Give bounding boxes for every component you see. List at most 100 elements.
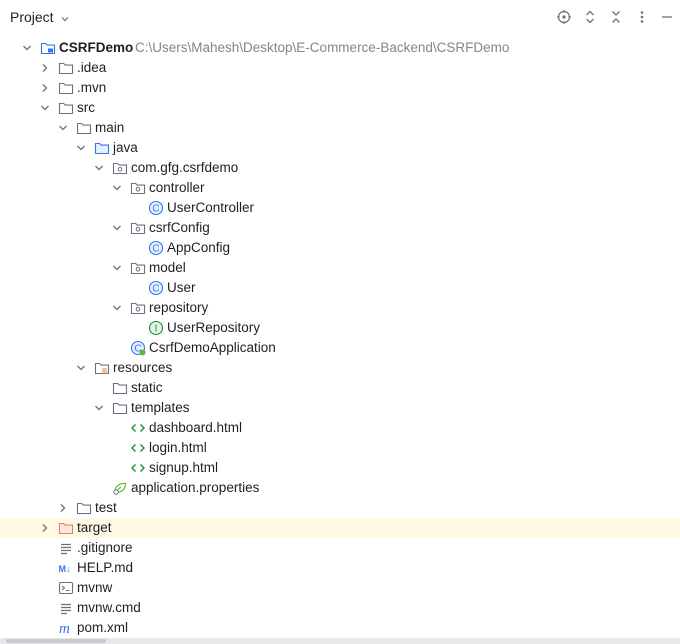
more-options-icon[interactable]	[633, 8, 651, 26]
tree-item-label: User	[167, 280, 196, 295]
chevron-down-icon[interactable]	[93, 162, 105, 174]
tree-row[interactable]: .idea	[0, 58, 680, 78]
hide-icon[interactable]	[658, 8, 676, 26]
resources-folder-icon	[94, 360, 110, 376]
horizontal-scrollbar[interactable]	[0, 638, 680, 644]
terminal-icon	[58, 580, 74, 596]
tree-item-label: AppConfig	[167, 240, 231, 255]
tree-item-label: resources	[113, 360, 173, 375]
markdown-icon: M↓	[58, 560, 74, 576]
chevron-down-icon[interactable]	[39, 102, 51, 114]
package-icon	[130, 300, 146, 316]
tree-row[interactable]: target	[0, 518, 680, 538]
tree-item-label: UserRepository	[167, 320, 261, 335]
expand-collapse-icon[interactable]	[581, 8, 599, 26]
class-icon: C	[148, 240, 164, 256]
tree-item-label: main	[95, 120, 125, 135]
tree-item-label: CSRFDemo	[59, 40, 134, 55]
tree-row[interactable]: I UserRepository	[0, 318, 680, 338]
folder-icon	[76, 120, 92, 136]
tree-row[interactable]: test	[0, 498, 680, 518]
html-file-icon	[130, 440, 146, 456]
tree-item-label: signup.html	[149, 460, 219, 475]
spring-boot-class-icon: C	[130, 340, 146, 356]
interface-icon: I	[148, 320, 164, 336]
folder-icon	[112, 380, 128, 396]
chevron-right-icon[interactable]	[39, 522, 51, 534]
tree-item-label: java	[113, 140, 138, 155]
tree-row[interactable]: signup.html	[0, 458, 680, 478]
chevron-right-icon[interactable]	[39, 62, 51, 74]
tree-row[interactable]: static	[0, 378, 680, 398]
tree-row[interactable]: C CsrfDemoApplication	[0, 338, 680, 358]
class-icon: C	[148, 280, 164, 296]
tree-row[interactable]: java	[0, 138, 680, 158]
tree-item-label: templates	[131, 400, 190, 415]
tool-window-title[interactable]: Project	[10, 9, 54, 25]
tree-row[interactable]: mvnw	[0, 578, 680, 598]
project-tree[interactable]: CSRFDemo C:\Users\Mahesh\Desktop\E-Commer…	[0, 38, 680, 638]
svg-text:M↓: M↓	[59, 564, 71, 574]
locate-icon[interactable]	[555, 8, 573, 26]
chevron-down-icon[interactable]	[21, 42, 33, 54]
tree-row[interactable]: csrfConfig	[0, 218, 680, 238]
tree-row[interactable]: CSRFDemo C:\Users\Mahesh\Desktop\E-Commer…	[0, 38, 680, 58]
chevron-down-icon[interactable]	[75, 142, 87, 154]
svg-text:I: I	[155, 324, 158, 335]
tree-row[interactable]: login.html	[0, 438, 680, 458]
tree-item-label: test	[95, 500, 117, 515]
tree-item-label: HELP.md	[77, 560, 134, 575]
chevron-down-icon[interactable]	[93, 402, 105, 414]
chevron-down-icon[interactable]	[75, 362, 87, 374]
svg-text:C: C	[152, 204, 159, 215]
tree-row[interactable]: .gitignore	[0, 538, 680, 558]
tree-row[interactable]: C User	[0, 278, 680, 298]
chevron-down-icon[interactable]	[111, 262, 123, 274]
tree-item-label: CsrfDemoApplication	[149, 340, 276, 355]
chevron-down-icon[interactable]	[111, 222, 123, 234]
tree-row[interactable]: resources	[0, 358, 680, 378]
tree-row[interactable]: com.gfg.csrfdemo	[0, 158, 680, 178]
chevron-right-icon[interactable]	[57, 502, 69, 514]
tree-item-label: repository	[149, 300, 209, 315]
package-icon	[130, 260, 146, 276]
tree-item-label: .gitignore	[77, 540, 133, 555]
svg-text:C: C	[152, 284, 159, 295]
tree-row[interactable]: C AppConfig	[0, 238, 680, 258]
folder-icon	[58, 60, 74, 76]
tree-row[interactable]: C UserController	[0, 198, 680, 218]
tree-item-label: UserController	[167, 200, 255, 215]
tree-row[interactable]: main	[0, 118, 680, 138]
tree-item-label: controller	[149, 180, 205, 195]
tree-row[interactable]: m pom.xml	[0, 618, 680, 638]
tree-row[interactable]: dashboard.html	[0, 418, 680, 438]
tree-item-label: .idea	[77, 60, 107, 75]
tree-item-label: pom.xml	[77, 620, 129, 635]
collapse-all-icon[interactable]	[607, 8, 625, 26]
tree-row[interactable]: controller	[0, 178, 680, 198]
text-file-icon	[58, 540, 74, 556]
tree-item-label: dashboard.html	[149, 420, 243, 435]
tree-row[interactable]: M↓ HELP.md	[0, 558, 680, 578]
tree-row[interactable]: .mvn	[0, 78, 680, 98]
tree-item-label: application.properties	[131, 480, 260, 495]
tree-row[interactable]: application.properties	[0, 478, 680, 498]
tree-row[interactable]: mvnw.cmd	[0, 598, 680, 618]
tree-row[interactable]: src	[0, 98, 680, 118]
tree-row[interactable]: model	[0, 258, 680, 278]
chevron-down-icon[interactable]	[60, 12, 70, 27]
tree-item-label: mvnw.cmd	[77, 600, 141, 615]
chevron-down-icon[interactable]	[57, 122, 69, 134]
tree-row[interactable]: templates	[0, 398, 680, 418]
svg-text:C: C	[152, 244, 159, 255]
scrollbar-thumb[interactable]	[6, 639, 106, 643]
chevron-right-icon[interactable]	[39, 82, 51, 94]
source-folder-icon	[94, 140, 110, 156]
tree-row[interactable]: repository	[0, 298, 680, 318]
folder-icon	[112, 400, 128, 416]
folder-icon	[58, 80, 74, 96]
chevron-down-icon[interactable]	[111, 302, 123, 314]
text-file-icon	[58, 600, 74, 616]
chevron-down-icon[interactable]	[111, 182, 123, 194]
tree-item-label: mvnw	[77, 580, 113, 595]
